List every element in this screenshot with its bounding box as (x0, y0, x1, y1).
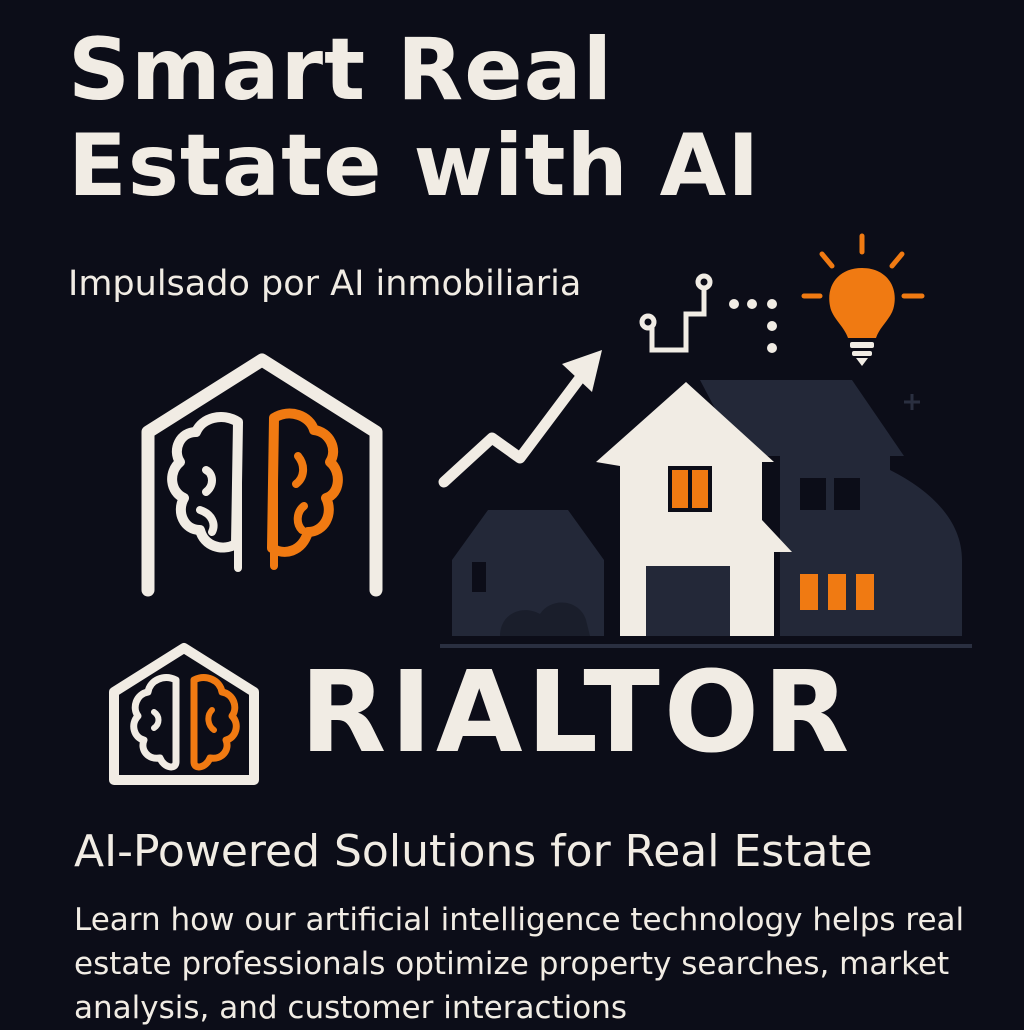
lightbulb-icon (801, 233, 925, 366)
trend-arrow-icon (438, 350, 602, 488)
section-heading: AI-Powered Solutions for Real Estate (74, 826, 873, 877)
circuit-icon (639, 273, 777, 353)
hero-illustration (141, 233, 972, 648)
brand-logo-icon (109, 643, 259, 785)
houses-icon (440, 380, 972, 648)
plus-icon (904, 394, 920, 410)
house-brain-icon (141, 353, 383, 597)
section-description: Learn how our artificial intelligence te… (74, 902, 965, 1026)
brand-name: RIALTOR (300, 648, 854, 778)
